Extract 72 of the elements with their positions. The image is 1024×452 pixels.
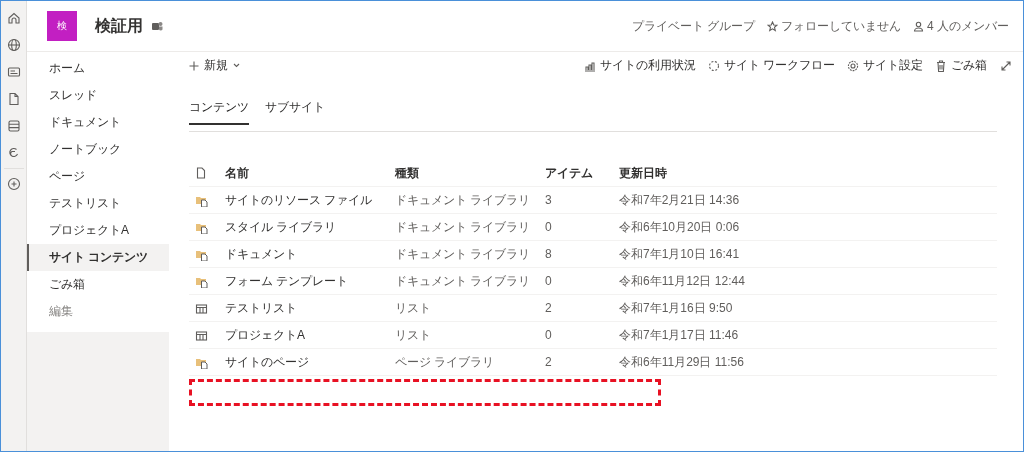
news-icon[interactable] (5, 64, 22, 80)
table-cell: 令和7年2月21日 14:36 (619, 193, 740, 207)
command-button[interactable]: サイト ワークフロー (706, 57, 835, 74)
nav-item[interactable]: プロジェクトA (27, 217, 169, 244)
item-name-link[interactable]: ドキュメント (225, 247, 297, 261)
nav-item[interactable]: ごみ箱 (27, 271, 169, 298)
table-cell: 令和6年10月20日 0:06 (619, 220, 740, 234)
command-button[interactable]: サイト設定 (846, 57, 923, 74)
column-header[interactable]: 名前 (225, 160, 395, 187)
caret-icon (233, 63, 240, 68)
table-cell: 令和6年11月12日 12:44 (619, 274, 745, 288)
table-cell: 令和6年11月29日 11:56 (619, 355, 744, 369)
nav-item[interactable]: ノートブック (27, 136, 169, 163)
table-cell: 令和7年1月16日 9:50 (619, 301, 733, 315)
settings-icon (846, 58, 860, 73)
group-type: プライベート グループ (631, 17, 755, 35)
table-cell: リスト (395, 328, 431, 342)
table-icon (195, 328, 208, 342)
nav-item[interactable]: テストリスト (27, 190, 169, 217)
tab[interactable]: サブサイト (265, 97, 325, 125)
table-icon (195, 301, 208, 315)
teams-icon (151, 20, 163, 32)
table-cell: リスト (395, 301, 431, 315)
item-name-link[interactable]: プロジェクトA (225, 328, 305, 342)
item-name-link[interactable]: テストリスト (225, 301, 297, 315)
members-button[interactable]: 4 人のメンバー (913, 17, 1009, 35)
new-button[interactable]: 新規 (189, 57, 240, 74)
follow-button[interactable]: フォローしていません (767, 17, 901, 35)
table-cell: 2 (545, 301, 552, 315)
globe-icon[interactable] (5, 37, 22, 53)
nav-item[interactable]: ドキュメント (27, 109, 169, 136)
database-icon[interactable] (5, 118, 22, 134)
table-cell: 0 (545, 274, 552, 288)
spinner-icon (706, 58, 721, 73)
column-header[interactable]: 種類 (395, 160, 545, 187)
item-name-link[interactable]: サイトのリソース ファイル (225, 193, 373, 207)
table-cell: 8 (545, 247, 552, 261)
expand-button[interactable] (1001, 60, 1011, 71)
table-cell: ドキュメント ライブラリ (395, 247, 531, 261)
item-name-link[interactable]: スタイル ライブラリ (225, 220, 337, 234)
file-icon (195, 167, 207, 179)
command-button[interactable]: サイトの利用状況 (582, 57, 696, 74)
add-icon (189, 60, 199, 71)
site-logo: 検 (47, 11, 77, 41)
table-cell: 令和7年1月10日 16:41 (619, 247, 740, 261)
site-title: 検証用 (95, 15, 143, 36)
nav-item[interactable]: スレッド (27, 82, 169, 109)
person-icon (913, 20, 924, 32)
table-cell: 0 (545, 328, 552, 342)
column-header[interactable]: アイテム (545, 160, 619, 187)
table-cell: ドキュメント ライブラリ (395, 220, 531, 234)
nav-item[interactable]: ページ (27, 163, 169, 190)
table-cell: 0 (545, 220, 552, 234)
item-name-link[interactable]: フォーム テンプレート (225, 274, 349, 288)
nav-item[interactable]: サイト コンテンツ (27, 244, 169, 271)
edit-link[interactable]: 編集 (27, 298, 169, 325)
table-cell: 3 (545, 193, 552, 207)
table-cell: ページ ライブラリ (395, 355, 495, 369)
tab[interactable]: コンテンツ (189, 97, 249, 125)
nav-item[interactable]: ホーム (27, 55, 169, 82)
table-cell: 令和7年1月17日 11:46 (619, 328, 739, 342)
table-cell: ドキュメント ライブラリ (395, 193, 531, 207)
command-button[interactable]: ごみ箱 (934, 57, 987, 74)
trash-icon (934, 58, 948, 73)
item-name-link[interactable]: サイトのページ (225, 355, 309, 369)
expand-icon (1001, 60, 1011, 71)
table-cell: ドキュメント ライブラリ (395, 274, 531, 288)
home-icon[interactable] (5, 10, 22, 26)
star-icon (767, 20, 778, 32)
column-header[interactable]: 更新日時 (619, 160, 997, 187)
table-cell: 2 (545, 355, 552, 369)
add-icon[interactable] (5, 176, 22, 192)
